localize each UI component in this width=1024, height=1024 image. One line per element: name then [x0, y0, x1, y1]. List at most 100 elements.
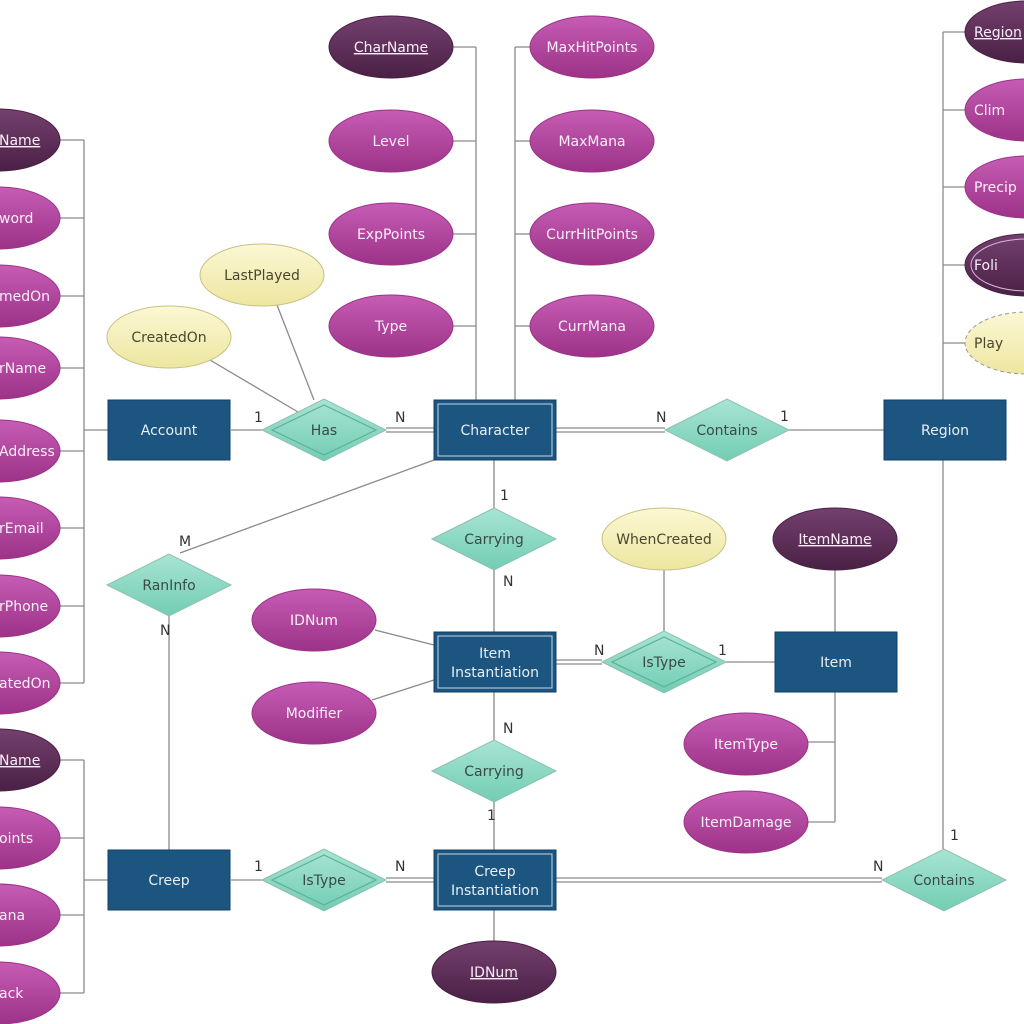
attribute-label: CreatedOn	[131, 330, 206, 346]
attribute-acc4[interactable]: rName	[0, 336, 61, 400]
entity-account[interactable]: Account	[107, 399, 231, 461]
cardinality-label: N	[503, 574, 513, 590]
attribute-label: Name	[0, 753, 40, 769]
relationship-carrying1[interactable]: Carrying	[430, 507, 558, 571]
attribute-reg4[interactable]: Foli	[964, 233, 1024, 297]
relationship-label: Contains	[913, 873, 974, 889]
attribute-itemtype[interactable]: ItemType	[683, 712, 809, 776]
attribute-cr3[interactable]: ana	[0, 883, 61, 947]
attribute-maxmana[interactable]: MaxMana	[529, 109, 655, 173]
attribute-type[interactable]: Type	[328, 294, 454, 358]
attribute-label: ana	[0, 908, 25, 924]
connector-line	[374, 629, 435, 646]
cardinality-label: N	[656, 410, 666, 426]
attribute-acc6[interactable]: rEmail	[0, 496, 61, 560]
relationship-label: RanInfo	[142, 578, 195, 594]
er-diagram: Account Character Region Item Instantiation I…	[0, 0, 1024, 1024]
cardinality-label: N	[873, 859, 883, 875]
attribute-idnum2[interactable]: IDNum	[431, 940, 557, 1004]
attribute-label: Address	[0, 444, 55, 460]
attribute-itemname[interactable]: ItemName	[772, 507, 898, 571]
attribute-label: Modifier	[286, 706, 343, 722]
attribute-label: Level	[373, 134, 410, 150]
relationship-contains2[interactable]: Contains	[880, 848, 1008, 912]
attribute-acc2[interactable]: word	[0, 186, 61, 250]
relationship-contains1[interactable]: Contains	[663, 398, 791, 462]
attribute-reg1[interactable]: Region	[964, 0, 1024, 64]
attribute-currhp[interactable]: CurrHitPoints	[529, 202, 655, 266]
attribute-label: Clim	[974, 103, 1005, 119]
relationship-label: Has	[311, 423, 337, 439]
attribute-createdon[interactable]: CreatedOn	[106, 305, 232, 369]
attribute-label: LastPlayed	[224, 268, 300, 284]
attribute-label: IDNum	[470, 965, 518, 981]
attribute-label: ItemType	[714, 737, 778, 753]
cardinality-label: 1	[487, 808, 496, 824]
attribute-level[interactable]: Level	[328, 109, 454, 173]
attribute-modifier[interactable]: Modifier	[251, 681, 377, 745]
attribute-label: rEmail	[0, 521, 44, 537]
attribute-charname[interactable]: CharName	[328, 15, 454, 79]
cardinality-label: M	[179, 534, 191, 550]
attribute-acc5[interactable]: Address	[0, 419, 61, 483]
cardinality-label: 1	[254, 410, 263, 426]
entity-item-inst[interactable]: Item Instantiation	[433, 631, 557, 693]
attribute-label: CharName	[354, 40, 428, 56]
connector-line	[371, 679, 435, 701]
attribute-label: WhenCreated	[616, 532, 712, 548]
attribute-label: rPhone	[0, 599, 48, 615]
entity-creep[interactable]: Creep	[107, 849, 231, 911]
entity-region[interactable]: Region	[883, 399, 1007, 461]
entity-label: Character	[460, 423, 529, 439]
cardinality-label: 1	[950, 828, 959, 844]
relationship-istype2[interactable]: IsType	[260, 848, 388, 912]
relationship-has[interactable]: Has	[260, 398, 388, 462]
entity-item[interactable]: Item	[774, 631, 898, 693]
attribute-label: Precip	[974, 180, 1017, 196]
relationship-istype1[interactable]: IsType	[600, 630, 728, 694]
attribute-cr2[interactable]: oints	[0, 806, 61, 870]
attribute-label: medOn	[0, 289, 50, 305]
entity-label: Account	[141, 423, 198, 439]
connector-line	[276, 304, 315, 401]
attribute-label: ItemDamage	[701, 815, 792, 831]
attribute-maxhp[interactable]: MaxHitPoints	[529, 15, 655, 79]
relationship-label: IsType	[302, 873, 346, 889]
relationship-carrying2[interactable]: Carrying	[430, 739, 558, 803]
attribute-reg2[interactable]: Clim	[964, 78, 1024, 142]
attribute-idnum1[interactable]: IDNum	[251, 588, 377, 652]
attribute-itemdamage[interactable]: ItemDamage	[683, 790, 809, 854]
attribute-label: ExpPoints	[357, 227, 425, 243]
entity-label: Item	[820, 655, 852, 671]
attribute-label: Type	[374, 319, 407, 335]
attribute-label: MaxHitPoints	[547, 40, 638, 56]
attribute-acc7[interactable]: rPhone	[0, 574, 61, 638]
attribute-currmana[interactable]: CurrMana	[529, 294, 655, 358]
attribute-label: Play	[974, 336, 1003, 352]
attribute-label: ItemName	[798, 532, 871, 548]
attribute-cr1[interactable]: Name	[0, 728, 61, 792]
attribute-acc8[interactable]: atedOn	[0, 651, 61, 715]
entity-label: Creep	[148, 873, 189, 889]
entity-creep-inst[interactable]: Creep Instantiation	[433, 849, 557, 911]
attribute-label: ack	[0, 986, 24, 1002]
attribute-cr4[interactable]: ack	[0, 961, 61, 1024]
attribute-acc3[interactable]: medOn	[0, 264, 61, 328]
attribute-acc1[interactable]: Name	[0, 108, 61, 172]
entity-character[interactable]: Character	[433, 399, 557, 461]
attribute-exppoints[interactable]: ExpPoints	[328, 202, 454, 266]
cardinality-label: N	[160, 623, 170, 639]
cardinality-label: 1	[500, 488, 509, 504]
attribute-label: oints	[0, 831, 33, 847]
relationship-raninfo[interactable]: RanInfo	[105, 553, 233, 617]
cardinality-label: N	[594, 643, 604, 659]
connector-line	[179, 459, 435, 554]
attribute-lastplayed[interactable]: LastPlayed	[199, 243, 325, 307]
attribute-reg3[interactable]: Precip	[964, 155, 1024, 219]
attribute-reg5[interactable]: Play	[964, 311, 1024, 375]
cardinality-label: N	[503, 721, 513, 737]
entity-label: Region	[921, 423, 969, 439]
cardinality-label: N	[395, 859, 405, 875]
attribute-whencreated[interactable]: WhenCreated	[601, 507, 727, 571]
attribute-label: Foli	[974, 258, 998, 274]
